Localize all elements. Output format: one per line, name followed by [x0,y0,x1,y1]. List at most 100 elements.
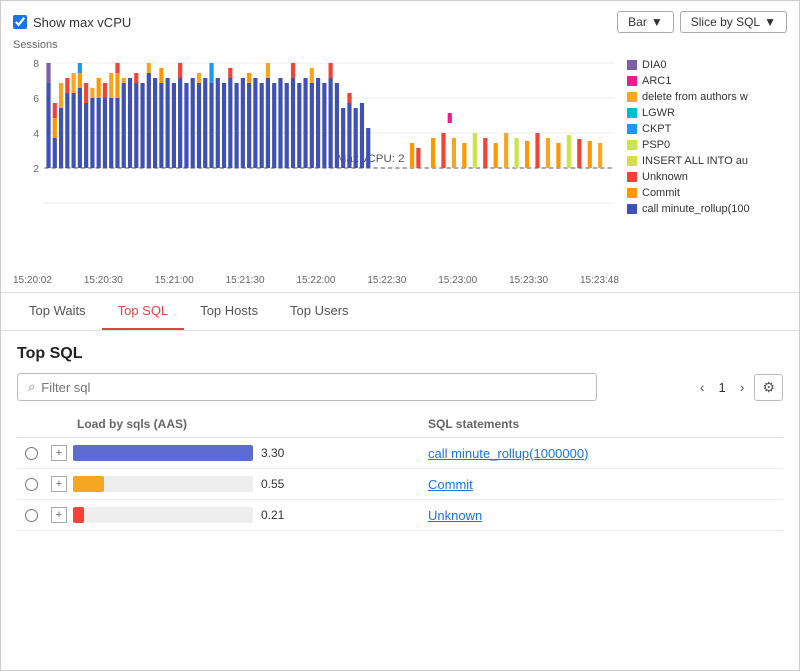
x-label-2: 15:21:00 [155,275,194,286]
legend-label-delete: delete from authors w [642,91,748,103]
row-radio-1[interactable] [17,447,45,460]
table-row: + 0.21 Unknown [17,500,783,531]
row-expand-3[interactable]: + [45,507,73,523]
radio-input-2[interactable] [25,478,38,491]
svg-text:4: 4 [33,129,39,140]
legend-color-arc1 [627,76,637,86]
tab-top-hosts[interactable]: Top Hosts [184,293,274,330]
col-header-radio [17,417,45,431]
search-icon: ⌕ [28,379,35,395]
sql-statement-2[interactable]: Commit [428,477,783,492]
legend-label-callminute: call minute_rollup(100 [642,203,750,215]
bar-chart-svg: 8 6 4 2 Max vCPU: 2 [13,53,619,273]
slice-label: Slice by SQL [691,15,760,29]
content-area: Top SQL ⌕ ‹ 1 › ⚙ Load by sqls (AAS) SQL… [1,331,799,670]
prev-page-button[interactable]: ‹ [694,377,711,397]
y-axis-label: Sessions [13,39,619,51]
section-title: Top SQL [17,345,783,363]
legend-item: PSP0 [627,139,787,151]
x-label-6: 15:23:00 [438,275,477,286]
show-max-vcpu-checkbox[interactable] [13,15,27,29]
tabs-area: Top Waits Top SQL Top Hosts Top Users [1,293,799,331]
radio-input-3[interactable] [25,509,38,522]
bar-value-2: 0.55 [261,477,291,491]
table-header: Load by sqls (AAS) SQL statements [17,411,783,438]
x-label-4: 15:22:00 [297,275,336,286]
legend-item: delete from authors w [627,91,787,103]
x-label-1: 15:20:30 [84,275,123,286]
svg-text:2: 2 [33,164,39,175]
tab-top-waits[interactable]: Top Waits [13,293,102,330]
chart-left: Sessions 8 6 4 2 [13,39,619,292]
expand-button-1[interactable]: + [51,445,67,461]
tab-top-sql-label: Top SQL [118,303,169,318]
legend-label-psp0: PSP0 [642,139,670,151]
filter-row: ⌕ ‹ 1 › ⚙ [17,373,783,401]
svg-text:6: 6 [33,94,39,105]
main-container: Show max vCPU Bar ▼ Slice by SQL ▼ Sessi… [0,0,800,671]
legend-item: LGWR [627,107,787,119]
bar-dropdown[interactable]: Bar ▼ [617,11,674,33]
bar-value-3: 0.21 [261,508,291,522]
tab-top-waits-label: Top Waits [29,303,86,318]
chart-legend: DIA0 ARC1 delete from authors w LGWR CKP… [627,39,787,292]
legend-label-unknown: Unknown [642,171,688,183]
chart-wrapper: Sessions 8 6 4 2 [13,39,787,292]
legend-item: ARC1 [627,75,787,87]
sql-table: Load by sqls (AAS) SQL statements + 3.30 [17,411,783,531]
pagination: ‹ 1 › ⚙ [694,374,783,401]
row-radio-2[interactable] [17,478,45,491]
col-header-load: Load by sqls (AAS) [73,417,428,431]
show-max-vcpu-text: Show max vCPU [33,15,131,30]
tab-top-users[interactable]: Top Users [274,293,365,330]
bar-container-2 [73,476,253,492]
bar-fill-2 [73,476,104,492]
x-label-8: 15:23:48 [580,275,619,286]
bar-cell-1: 3.30 [73,445,428,461]
bar-value-1: 3.30 [261,446,291,460]
search-box: ⌕ [17,373,597,401]
tab-top-sql[interactable]: Top SQL [102,293,185,330]
sql-link-2[interactable]: Commit [428,477,473,492]
col-header-expand [45,417,73,431]
page-number: 1 [715,380,730,395]
x-label-3: 15:21:30 [226,275,265,286]
tab-top-hosts-label: Top Hosts [200,303,258,318]
legend-label-dia0: DIA0 [642,59,666,71]
expand-button-2[interactable]: + [51,476,67,492]
expand-button-3[interactable]: + [51,507,67,523]
legend-color-callminute [627,204,637,214]
sql-statement-3[interactable]: Unknown [428,508,783,523]
x-label-0: 15:20:02 [13,275,52,286]
svg-text:Max vCPU: 2: Max vCPU: 2 [337,153,405,165]
chart-controls: Show max vCPU Bar ▼ Slice by SQL ▼ [13,11,787,33]
radio-input-1[interactable] [25,447,38,460]
legend-color-commit [627,188,637,198]
sql-link-3[interactable]: Unknown [428,508,482,523]
legend-item: DIA0 [627,59,787,71]
bar-fill-3 [73,507,84,523]
settings-button[interactable]: ⚙ [754,374,783,401]
table-row: + 3.30 call minute_rollup(1000000) [17,438,783,469]
legend-color-delete [627,92,637,102]
svg-text:8: 8 [33,59,39,70]
chart-area: Show max vCPU Bar ▼ Slice by SQL ▼ Sessi… [1,1,799,293]
legend-item: call minute_rollup(100 [627,203,787,215]
legend-label-ckpt: CKPT [642,123,671,135]
row-radio-3[interactable] [17,509,45,522]
bar-container-3 [73,507,253,523]
sql-statement-1[interactable]: call minute_rollup(1000000) [428,446,783,461]
show-max-vcpu-label[interactable]: Show max vCPU [13,15,131,30]
row-expand-1[interactable]: + [45,445,73,461]
sql-link-1[interactable]: call minute_rollup(1000000) [428,446,588,461]
legend-label-commit: Commit [642,187,680,199]
bar-label: Bar [628,15,647,29]
x-label-7: 15:23:30 [509,275,548,286]
filter-sql-input[interactable] [41,380,586,395]
next-page-button[interactable]: › [734,377,751,397]
x-label-5: 15:22:30 [367,275,406,286]
slice-dropdown[interactable]: Slice by SQL ▼ [680,11,787,33]
legend-item: INSERT ALL INTO au [627,155,787,167]
row-expand-2[interactable]: + [45,476,73,492]
bar-chevron-icon: ▼ [651,15,663,29]
